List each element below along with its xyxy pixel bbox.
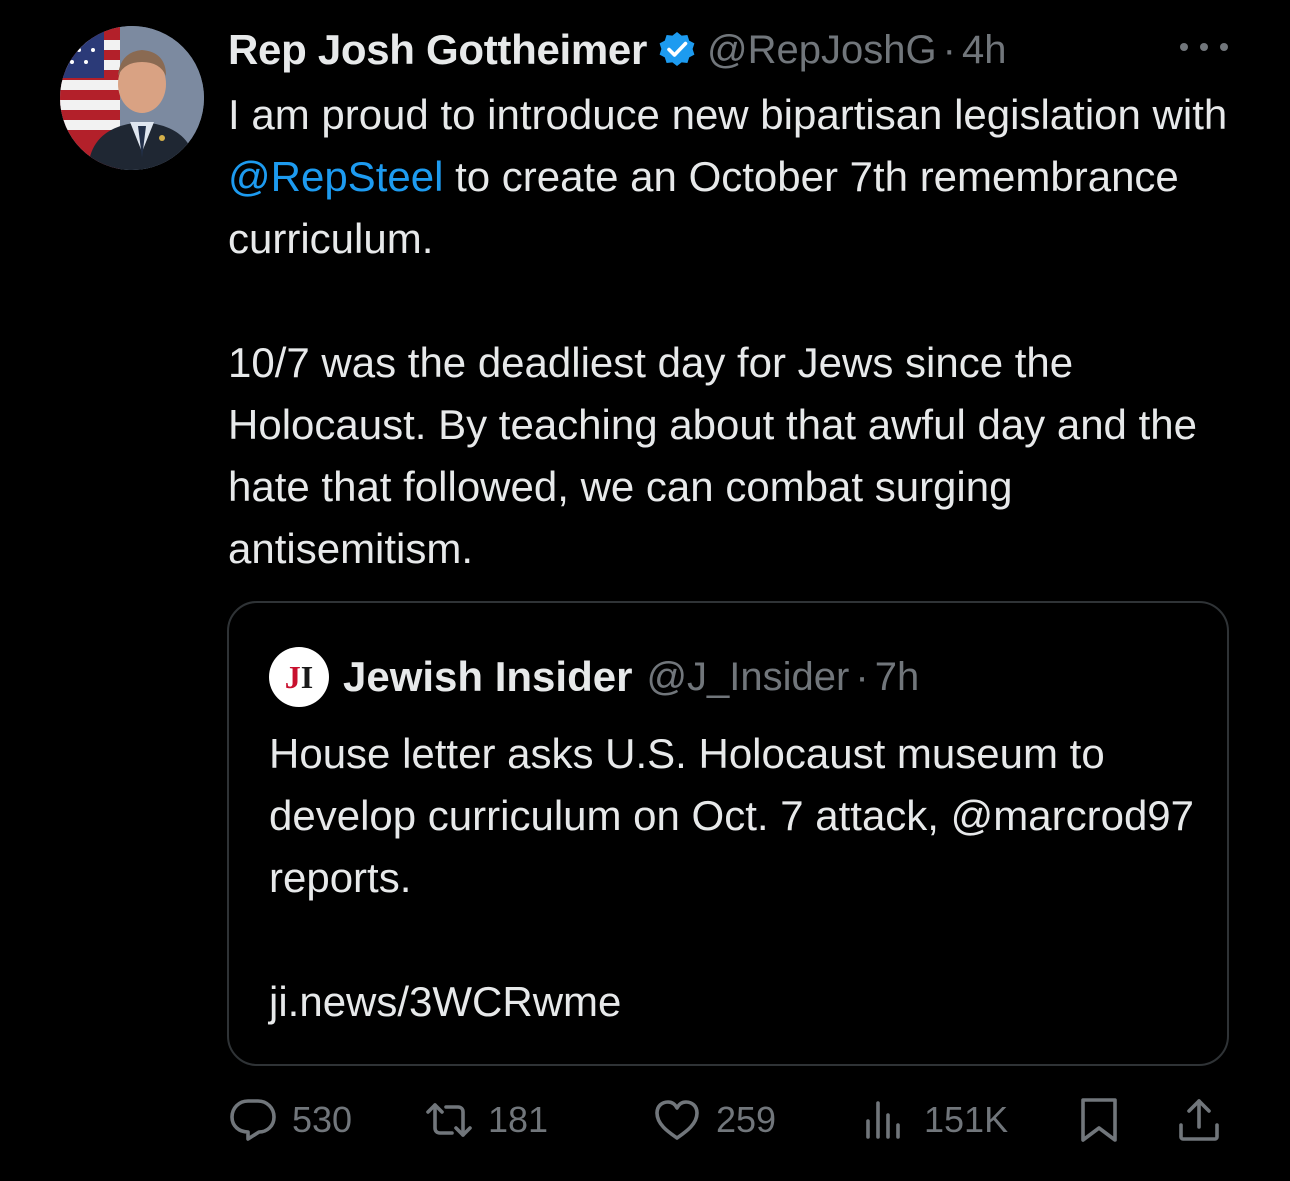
tweet-text-segment: I am proud to introduce new bipartisan l… — [228, 91, 1228, 138]
repost-button[interactable]: 181 — [424, 1090, 548, 1150]
tweet[interactable]: Rep Josh Gottheimer @RepJoshG · 4h I am … — [0, 0, 1290, 1181]
verified-badge-icon[interactable] — [657, 30, 697, 70]
logo-letter-i: I — [300, 658, 314, 695]
like-icon — [652, 1095, 702, 1145]
author-avatar[interactable] — [60, 26, 204, 170]
author-display-name[interactable]: Rep Josh Gottheimer — [228, 26, 647, 74]
bookmark-icon — [1074, 1095, 1124, 1145]
more-dot — [1220, 43, 1228, 51]
views-button[interactable]: 151K — [860, 1090, 1008, 1150]
bookmark-button[interactable] — [1074, 1090, 1124, 1150]
quoted-link[interactable]: ji.news/3WCRwme — [269, 971, 1209, 1033]
share-button[interactable] — [1174, 1090, 1224, 1150]
quoted-author-avatar[interactable]: JI — [269, 647, 329, 707]
quoted-time-separator: · — [855, 654, 869, 699]
like-button[interactable]: 259 — [652, 1090, 776, 1150]
quoted-author-display-name[interactable]: Jewish Insider — [343, 653, 632, 701]
quoted-author-handle[interactable]: @J_Insider — [646, 655, 849, 700]
share-icon — [1174, 1095, 1224, 1145]
tweet-text: I am proud to introduce new bipartisan l… — [228, 84, 1238, 580]
more-icon[interactable] — [1180, 32, 1228, 62]
logo-letter-j: J — [284, 658, 301, 695]
reply-button[interactable]: 530 — [228, 1090, 352, 1150]
quoted-paragraph-1: House letter asks U.S. Holocaust museum … — [269, 730, 1195, 901]
more-dot — [1200, 43, 1208, 51]
quoted-tweet-text: House letter asks U.S. Holocaust museum … — [269, 723, 1209, 1033]
reply-count: 530 — [292, 1099, 353, 1140]
quoted-tweet-timestamp[interactable]: 7h — [875, 655, 920, 700]
views-count: 151K — [924, 1099, 1009, 1140]
mention-link[interactable]: @RepSteel — [228, 153, 443, 200]
tweet-header: Rep Josh Gottheimer @RepJoshG · 4h — [228, 20, 1006, 80]
author-handle[interactable]: @RepJoshG — [707, 28, 937, 73]
tweet-paragraph-1: I am proud to introduce new bipartisan l… — [228, 84, 1238, 270]
action-bar: 530 181 259 151K — [228, 1090, 1228, 1150]
time-separator: · — [942, 27, 956, 72]
like-count: 259 — [716, 1099, 777, 1140]
tweet-paragraph-2: 10/7 was the deadliest day for Jews sinc… — [228, 339, 1197, 572]
repost-count: 181 — [488, 1099, 549, 1140]
quoted-tweet-header: JI Jewish Insider @J_Insider · 7h — [269, 647, 920, 707]
repost-icon — [424, 1095, 474, 1145]
more-dot — [1180, 43, 1188, 51]
views-icon — [860, 1095, 910, 1145]
tweet-timestamp[interactable]: 4h — [962, 28, 1007, 73]
reply-icon — [228, 1095, 278, 1145]
quoted-tweet[interactable]: JI Jewish Insider @J_Insider · 7h House … — [227, 601, 1229, 1066]
